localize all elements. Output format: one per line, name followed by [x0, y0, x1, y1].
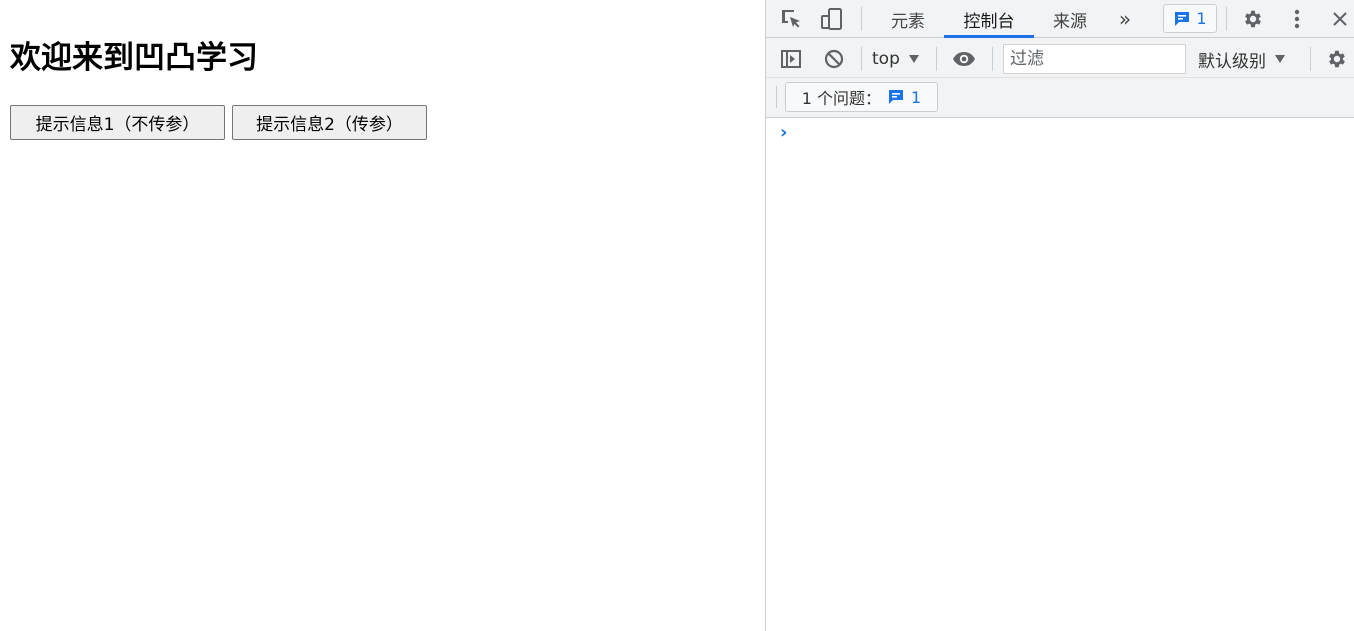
context-value: top [872, 49, 900, 69]
toolbar-divider [1310, 47, 1311, 71]
device-toggle-icon[interactable] [818, 6, 846, 32]
settings-icon[interactable] [1240, 6, 1266, 32]
issues-button[interactable]: 1 个问题： 1 [785, 82, 938, 112]
inspect-element-icon[interactable] [778, 6, 806, 32]
context-selector[interactable]: top [872, 46, 920, 72]
toolbar-divider [936, 47, 937, 71]
log-level-selector[interactable]: 默认级别 [1198, 46, 1286, 72]
screen: 欢迎来到凹凸学习 提示信息1（不传参） 提示信息2（传参） 元素 控制台 来源 … [0, 0, 1354, 631]
page-viewport: 欢迎来到凹凸学习 提示信息1（不传参） 提示信息2（传参） [0, 0, 765, 631]
clear-console-icon[interactable] [821, 46, 847, 72]
show-message-2-button[interactable]: 提示信息2（传参） [232, 105, 427, 140]
tab-console[interactable]: 控制台 [944, 0, 1034, 38]
messages-count: 1 [1196, 9, 1207, 28]
filter-input[interactable] [1003, 44, 1186, 74]
log-level-value: 默认级别 [1198, 51, 1266, 72]
toolbar-divider [992, 47, 993, 71]
toolbar-divider [1226, 7, 1227, 31]
toolbar-divider [776, 86, 777, 108]
tab-sources[interactable]: 来源 [1040, 0, 1100, 38]
toolbar-divider [861, 7, 862, 31]
sidebar-toggle-icon[interactable] [778, 46, 804, 72]
messages-badge[interactable]: 1 [1163, 4, 1217, 33]
devtools-tab-bar: 元素 控制台 来源 » 1 [766, 0, 1354, 38]
console-settings-icon[interactable] [1324, 46, 1350, 72]
more-tabs-icon[interactable]: » [1112, 0, 1138, 38]
toolbar-divider [861, 47, 862, 71]
close-icon[interactable] [1327, 6, 1353, 32]
kebab-menu-icon[interactable] [1284, 6, 1310, 32]
messages-icon [889, 90, 904, 104]
show-message-1-button[interactable]: 提示信息1（不传参） [10, 105, 225, 140]
issues-count: 1 [911, 87, 922, 107]
tab-elements[interactable]: 元素 [878, 0, 938, 38]
issues-label: 1 个问题： [801, 89, 882, 108]
dropdown-caret-icon [908, 55, 919, 63]
dropdown-caret-icon [1275, 55, 1285, 63]
live-expression-eye-icon[interactable] [950, 46, 978, 72]
prompt-chevron-icon[interactable]: › [780, 122, 787, 143]
devtools-panel: 元素 控制台 来源 » 1 top 过滤 默认级别 1 个问题： 1 › [765, 0, 1354, 631]
page-title: 欢迎来到凹凸学习 [10, 40, 258, 76]
messages-icon [1175, 11, 1190, 26]
